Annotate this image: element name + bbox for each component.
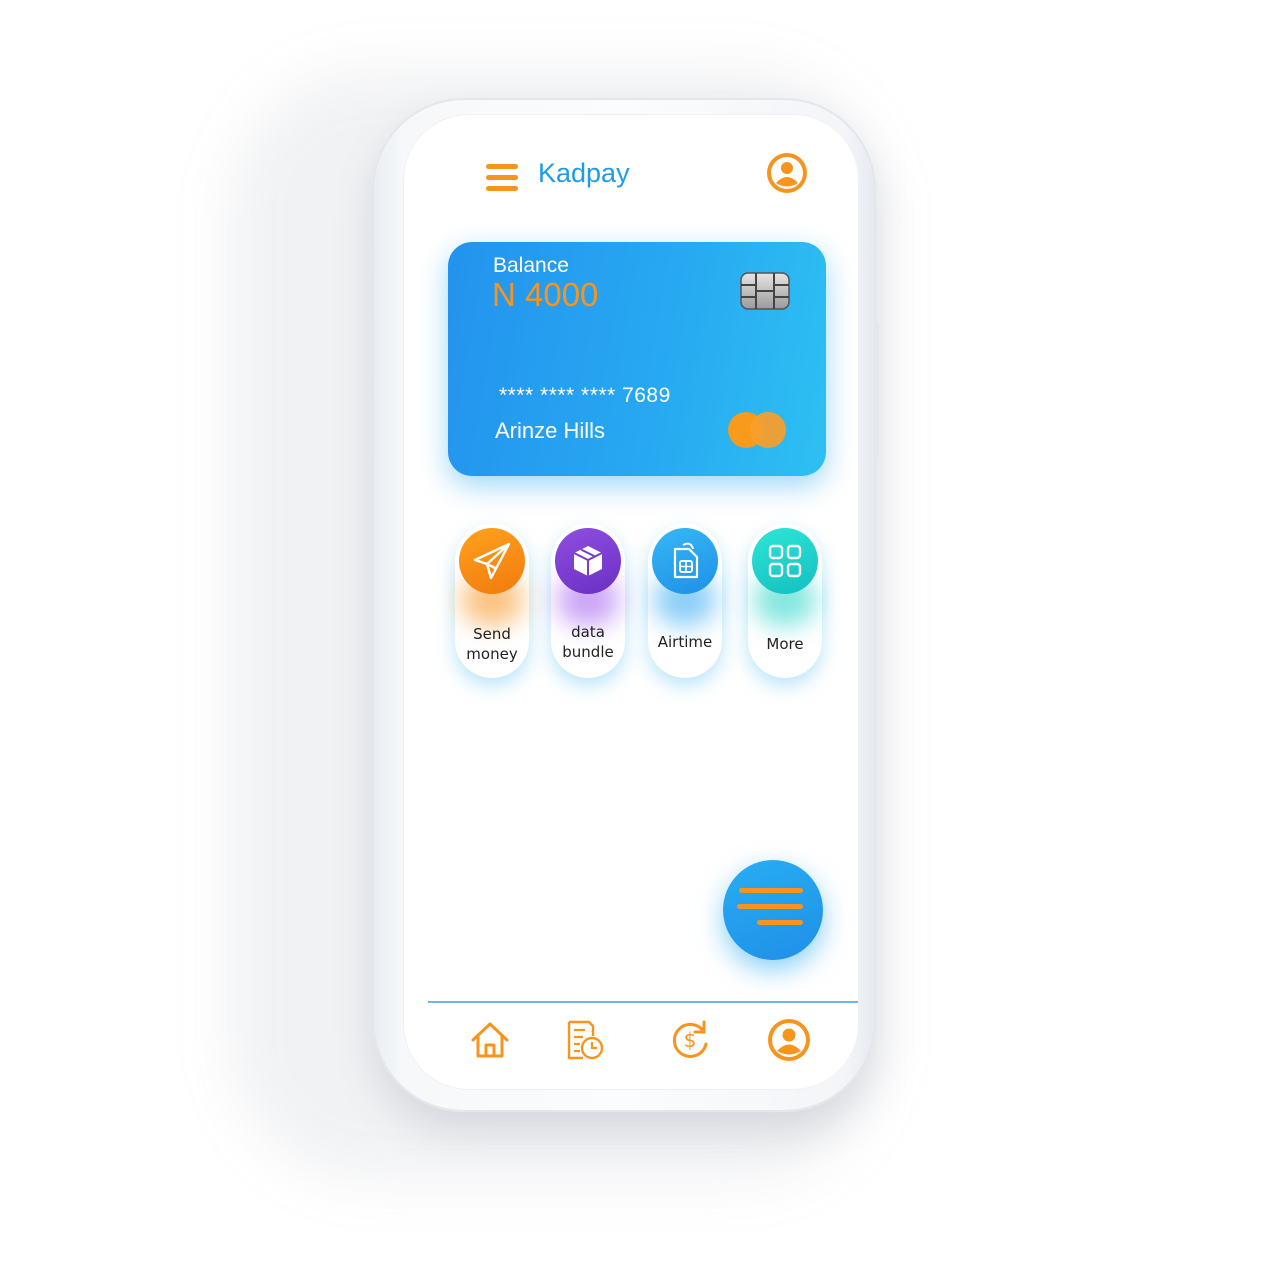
action-label-line1: Send bbox=[473, 625, 511, 643]
data-bundle-button[interactable]: data bundle bbox=[551, 524, 625, 678]
action-label-line2: bundle bbox=[562, 643, 614, 661]
more-button[interactable]: More bbox=[748, 524, 822, 678]
home-icon[interactable] bbox=[468, 1018, 512, 1062]
action-label-line1: More bbox=[766, 635, 804, 653]
balance-card[interactable]: Balance N 4000 **** **** **** 7689 Arinz… bbox=[448, 242, 826, 476]
package-box-icon bbox=[573, 546, 603, 576]
menu-lines-icon[interactable] bbox=[723, 860, 823, 960]
send-money-button[interactable]: Send money bbox=[455, 524, 529, 678]
phone-side-button bbox=[368, 240, 373, 280]
app-title: Kadpay bbox=[538, 158, 630, 188]
action-label-line1: Airtime bbox=[657, 633, 713, 651]
card-holder-name: Arinze Hills bbox=[495, 418, 606, 443]
phone-power-button bbox=[874, 322, 879, 458]
history-document-icon[interactable] bbox=[563, 1018, 607, 1062]
hamburger-menu-icon[interactable] bbox=[486, 164, 518, 192]
card-number: **** **** **** 7689 bbox=[499, 384, 671, 407]
bottom-nav-divider bbox=[428, 1001, 858, 1003]
action-label-line1: data bbox=[571, 623, 605, 641]
action-label-line2: money bbox=[466, 645, 518, 663]
balance-label: Balance bbox=[493, 254, 569, 277]
phone-screen: Kadpay Balance N 4000 **** **** **** 768… bbox=[403, 114, 859, 1090]
balance-amount: N 4000 bbox=[492, 276, 599, 313]
svg-text:$: $ bbox=[684, 1028, 697, 1052]
paper-plane-icon bbox=[473, 542, 511, 580]
grid-apps-icon bbox=[768, 544, 802, 578]
mastercard-logo bbox=[728, 412, 786, 448]
user-avatar-icon[interactable] bbox=[767, 1018, 811, 1062]
sim-card-icon bbox=[673, 542, 699, 579]
dollar-refresh-icon[interactable]: $ bbox=[668, 1018, 712, 1062]
airtime-button[interactable]: Airtime bbox=[648, 524, 722, 678]
phone-volume-down bbox=[368, 396, 373, 464]
sim-chip-icon bbox=[740, 272, 790, 310]
user-avatar-icon[interactable] bbox=[766, 152, 808, 194]
phone-volume-up bbox=[368, 312, 373, 380]
